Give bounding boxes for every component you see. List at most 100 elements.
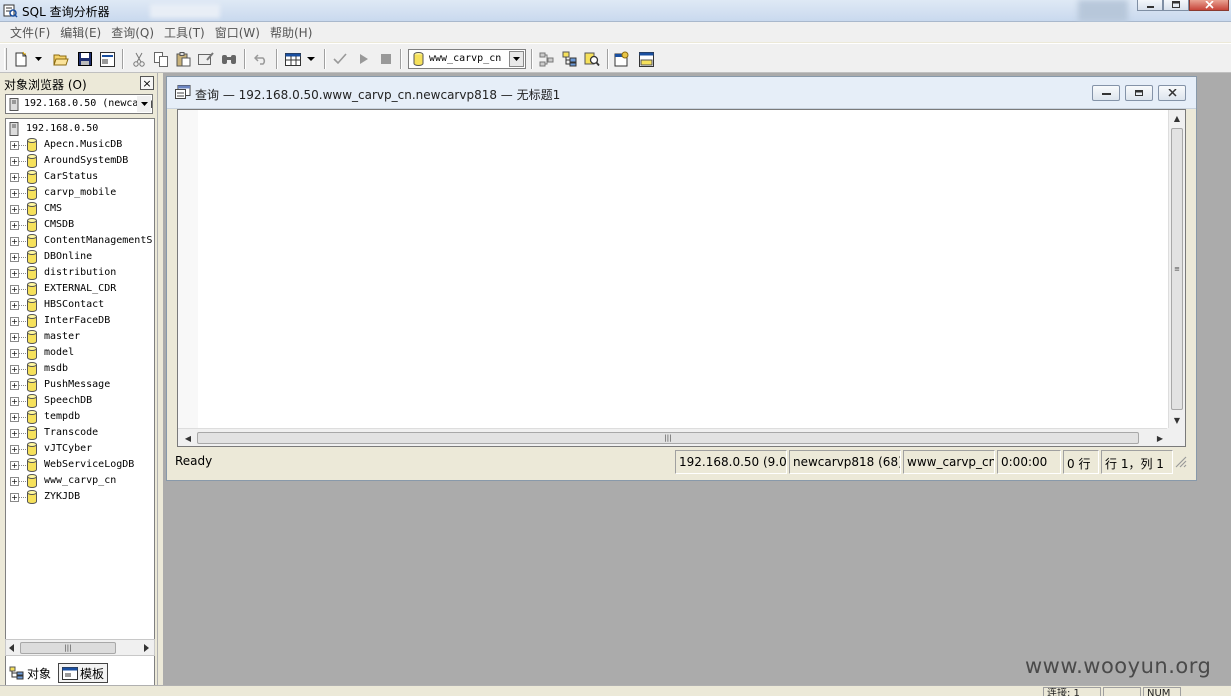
tree-item-database[interactable]: + WebServiceLogDB	[6, 457, 154, 473]
tree-item-database[interactable]: + carvp_mobile	[6, 185, 154, 201]
close-window-button[interactable]	[1189, 0, 1229, 11]
editor-hscroll[interactable]: ◀ ||| ▶	[178, 428, 1168, 446]
check-syntax-button[interactable]	[331, 50, 349, 68]
new-query-dropdown[interactable]	[33, 50, 43, 68]
database-select-arrow[interactable]	[509, 51, 524, 67]
tree-item-database[interactable]: + AroundSystemDB	[6, 153, 154, 169]
expand-plus-icon[interactable]: +	[10, 157, 19, 166]
expand-plus-icon[interactable]: +	[10, 301, 19, 310]
toolbar-grip[interactable]	[4, 48, 7, 70]
tree-item-database[interactable]: + PushMessage	[6, 377, 154, 393]
object-tree-hscroll[interactable]: |||	[5, 639, 155, 656]
copy-button[interactable]	[152, 50, 170, 68]
expand-plus-icon[interactable]: +	[10, 477, 19, 486]
undo-button[interactable]	[252, 50, 270, 68]
query-minimize-button[interactable]	[1092, 85, 1120, 101]
tree-item-database[interactable]: + DBOnline	[6, 249, 154, 265]
expand-plus-icon[interactable]: +	[10, 461, 19, 470]
expand-plus-icon[interactable]: +	[10, 221, 19, 230]
tree-item-database[interactable]: + vJTCyber	[6, 441, 154, 457]
query-window-titlebar[interactable]: 查询 — 192.168.0.50.www_carvp_cn.newcarvp8…	[167, 77, 1196, 109]
expand-plus-icon[interactable]: +	[10, 349, 19, 358]
expand-plus-icon[interactable]: +	[10, 141, 19, 150]
tree-root-server[interactable]: 192.168.0.50	[6, 121, 154, 137]
editor-vscroll[interactable]: ▲ ≡ ▼	[1168, 110, 1185, 428]
tree-item-database[interactable]: + msdb	[6, 361, 154, 377]
tree-item-database[interactable]: + www_carvp_cn	[6, 473, 154, 489]
paste-button[interactable]	[174, 50, 192, 68]
menu-file[interactable]: 文件(F)	[6, 24, 54, 41]
expand-plus-icon[interactable]: +	[10, 365, 19, 374]
show-plan-button[interactable]	[537, 50, 555, 68]
tab-objects[interactable]: 对象	[6, 663, 54, 683]
scroll-left-icon[interactable]: ◀	[180, 430, 196, 446]
tree-item-database[interactable]: + SpeechDB	[6, 393, 154, 409]
object-browser-toggle-button[interactable]	[561, 50, 579, 68]
menu-edit[interactable]: 编辑(E)	[56, 24, 105, 41]
insert-template-button[interactable]	[98, 50, 116, 68]
results-mode-button[interactable]	[284, 50, 302, 68]
scroll-left-icon[interactable]	[9, 644, 14, 652]
tree-item-database[interactable]: + CarStatus	[6, 169, 154, 185]
expand-plus-icon[interactable]: +	[10, 237, 19, 246]
scroll-right-icon[interactable]	[144, 644, 149, 652]
tree-item-database[interactable]: + ZYKJDB	[6, 489, 154, 505]
find-button[interactable]	[220, 50, 238, 68]
tab-templates[interactable]: 模板	[58, 663, 109, 683]
menu-tools[interactable]: 工具(T)	[160, 24, 209, 41]
menu-help[interactable]: 帮助(H)	[266, 24, 316, 41]
options-button[interactable]	[613, 50, 631, 68]
tree-item-database[interactable]: + Transcode	[6, 425, 154, 441]
tree-item-database[interactable]: + EXTERNAL_CDR	[6, 281, 154, 297]
minimize-window-button[interactable]	[1137, 0, 1163, 11]
tree-item-database[interactable]: + HBSContact	[6, 297, 154, 313]
expand-plus-icon[interactable]: +	[10, 333, 19, 342]
expand-plus-icon[interactable]: +	[10, 397, 19, 406]
scroll-thumb[interactable]: |||	[20, 642, 116, 654]
tree-item-database[interactable]: + InterFaceDB	[6, 313, 154, 329]
execute-button[interactable]	[355, 50, 373, 68]
expand-plus-icon[interactable]: +	[10, 269, 19, 278]
tree-item-database[interactable]: + CMSDB	[6, 217, 154, 233]
query-restore-button[interactable]	[1125, 85, 1153, 101]
tree-item-database[interactable]: + CMS	[6, 201, 154, 217]
results-pane-button[interactable]	[637, 50, 655, 68]
clear-window-button[interactable]	[197, 50, 215, 68]
database-select[interactable]: www_carvp_cn	[408, 49, 526, 69]
query-close-button[interactable]	[1158, 85, 1186, 101]
cut-button[interactable]	[130, 50, 148, 68]
stop-button[interactable]	[377, 50, 395, 68]
expand-plus-icon[interactable]: +	[10, 173, 19, 182]
expand-plus-icon[interactable]: +	[10, 493, 19, 502]
server-select[interactable]: 192.168.0.50 (newcarvp818)	[5, 94, 153, 114]
new-query-button[interactable]	[12, 50, 30, 68]
tree-item-database[interactable]: + distribution	[6, 265, 154, 281]
results-mode-dropdown[interactable]	[305, 50, 317, 68]
scroll-thumb[interactable]: |||	[197, 432, 1139, 444]
maximize-window-button[interactable]	[1163, 0, 1189, 11]
save-button[interactable]	[76, 50, 94, 68]
expand-plus-icon[interactable]: +	[10, 317, 19, 326]
object-browser-close-button[interactable]: ×	[140, 76, 154, 90]
query-editor[interactable]: ▲ ≡ ▼ ◀ ||| ▶	[177, 109, 1186, 447]
expand-plus-icon[interactable]: +	[10, 413, 19, 422]
object-search-button[interactable]	[583, 50, 601, 68]
expand-plus-icon[interactable]: +	[10, 253, 19, 262]
expand-plus-icon[interactable]: +	[10, 189, 19, 198]
tree-item-database[interactable]: + tempdb	[6, 409, 154, 425]
expand-plus-icon[interactable]: +	[10, 429, 19, 438]
menu-query[interactable]: 查询(Q)	[107, 24, 158, 41]
resize-grip-icon[interactable]	[1173, 454, 1187, 470]
expand-plus-icon[interactable]: +	[10, 445, 19, 454]
tree-item-database[interactable]: + ContentManagementS	[6, 233, 154, 249]
scroll-thumb[interactable]: ≡	[1171, 128, 1183, 410]
expand-plus-icon[interactable]: +	[10, 285, 19, 294]
tree-item-database[interactable]: + model	[6, 345, 154, 361]
server-select-arrow[interactable]	[137, 96, 151, 112]
object-tree[interactable]: 192.168.0.50 + Apecn.MusicDB + AroundSystem…	[5, 118, 155, 688]
scroll-up-icon[interactable]: ▲	[1169, 110, 1185, 126]
menu-window[interactable]: 窗口(W)	[211, 24, 264, 41]
expand-plus-icon[interactable]: +	[10, 205, 19, 214]
tree-item-database[interactable]: + master	[6, 329, 154, 345]
scroll-right-icon[interactable]: ▶	[1152, 430, 1168, 446]
